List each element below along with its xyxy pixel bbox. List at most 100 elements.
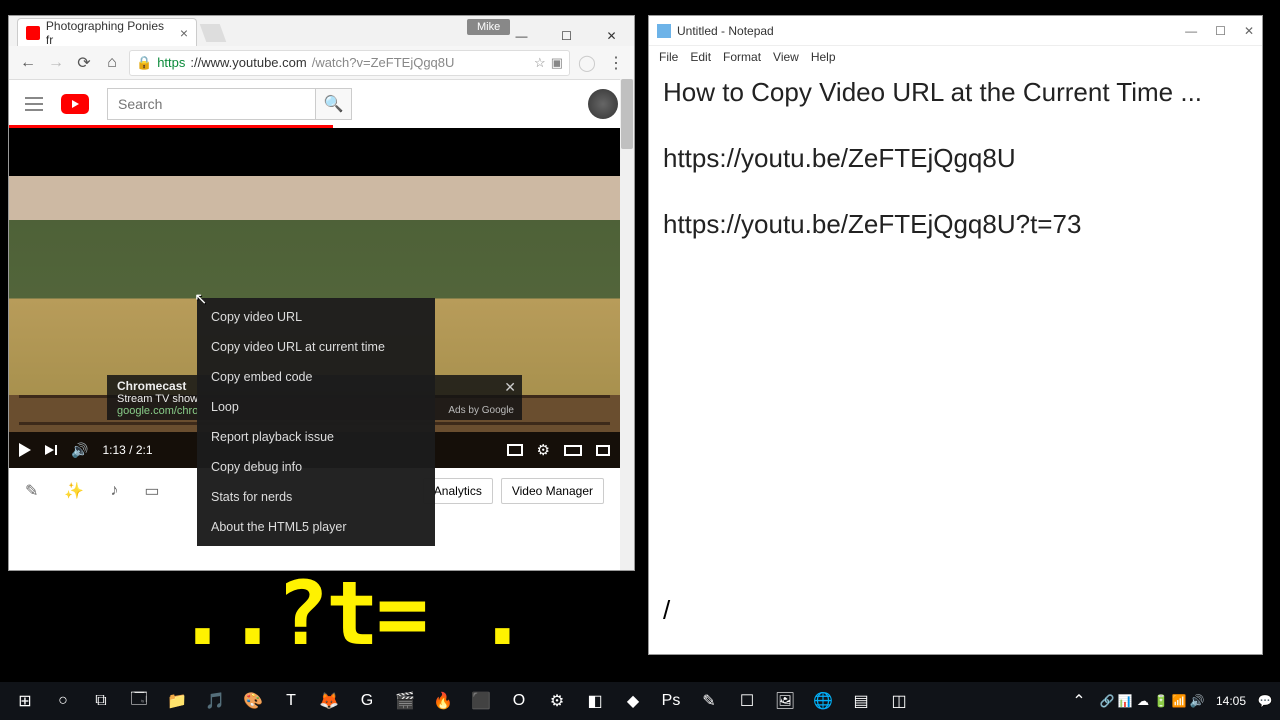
np-close[interactable]: ✕ <box>1244 24 1254 38</box>
hamburger-icon[interactable] <box>25 97 43 111</box>
cards-icon[interactable]: ▭ <box>144 481 159 501</box>
reload-button[interactable]: ⟳ <box>73 52 95 74</box>
ctx-copy-url[interactable]: Copy video URL <box>197 302 435 332</box>
taskbar-clock[interactable]: 14:05 <box>1206 694 1256 708</box>
tb-app9[interactable]: ⬛ <box>462 685 500 717</box>
ctx-about[interactable]: About the HTML5 player <box>197 512 435 542</box>
tray3[interactable]: ☁ <box>1134 694 1152 708</box>
tb-app11[interactable]: ⚙ <box>538 685 576 717</box>
np-line2: https://youtu.be/ZeFTEjQgq8U <box>663 142 1248 176</box>
tray-volume[interactable]: 🔊 <box>1188 694 1206 708</box>
next-button[interactable] <box>45 445 57 455</box>
tb-app13[interactable]: ◆ <box>614 685 652 717</box>
youtube-logo[interactable] <box>61 94 89 114</box>
overlay-text: ..?t= . <box>176 562 526 665</box>
video-progress[interactable] <box>9 125 620 128</box>
tb-app4[interactable]: T <box>272 685 310 717</box>
np-maximize[interactable]: ☐ <box>1215 24 1226 38</box>
taskview-button[interactable]: ⧉ <box>82 685 120 717</box>
scroll-thumb[interactable] <box>621 79 633 149</box>
address-bar[interactable]: 🔒 https://www.youtube.com/watch?v=ZeFTEj… <box>129 50 570 76</box>
notifications[interactable]: 💬 <box>1256 694 1274 708</box>
start-button[interactable]: ⊞ <box>6 685 44 717</box>
chrome-menu-icon[interactable]: ⋮ <box>604 52 626 74</box>
notepad-window: Untitled - Notepad — ☐ ✕ File Edit Forma… <box>648 15 1263 655</box>
tb-app14[interactable]: Ps <box>652 685 690 717</box>
ctx-report[interactable]: Report playback issue <box>197 422 435 452</box>
url-domain: ://www.youtube.com <box>190 55 306 70</box>
enhance-icon[interactable]: ✨ <box>64 481 84 501</box>
avatar[interactable] <box>588 89 618 119</box>
theater-button[interactable] <box>564 445 582 456</box>
tray4[interactable]: 🔋 <box>1152 694 1170 708</box>
youtube-header: 🔍 <box>9 80 634 128</box>
browser-tab[interactable]: Photographing Ponies fr × <box>17 18 197 46</box>
menu-edit[interactable]: Edit <box>690 50 711 64</box>
tb-app1[interactable]: 🗔 <box>120 685 158 717</box>
tray-wifi[interactable]: 📶 <box>1170 694 1188 708</box>
tb-app19[interactable]: ◫ <box>880 685 918 717</box>
np-minimize[interactable]: — <box>1185 24 1197 38</box>
ad-close-icon[interactable]: ✕ <box>504 379 516 396</box>
tb-app17[interactable]: 🖼 <box>766 685 804 717</box>
tb-app12[interactable]: ◧ <box>576 685 614 717</box>
lock-icon: 🔒 <box>136 55 152 71</box>
ctx-copy-embed[interactable]: Copy embed code <box>197 362 435 392</box>
menu-help[interactable]: Help <box>811 50 836 64</box>
edit-icon[interactable]: ✎ <box>25 481 38 501</box>
extension-icon[interactable]: ◯ <box>576 52 598 74</box>
back-button[interactable]: ← <box>17 52 39 74</box>
tb-app6[interactable]: G <box>348 685 386 717</box>
volume-button[interactable] <box>71 442 88 459</box>
tab-title: Photographing Ponies fr <box>46 19 174 47</box>
tb-app10[interactable]: O <box>500 685 538 717</box>
subtitles-button[interactable] <box>507 444 523 456</box>
tab-close-icon[interactable]: × <box>180 25 188 41</box>
menu-file[interactable]: File <box>659 50 678 64</box>
cortana-button[interactable]: ○ <box>44 685 82 717</box>
notepad-titlebar[interactable]: Untitled - Notepad — ☐ ✕ <box>649 16 1262 46</box>
notepad-content[interactable]: How to Copy Video URL at the Current Tim… <box>649 68 1262 281</box>
tray1[interactable]: 🔗 <box>1098 694 1116 708</box>
ctx-debug[interactable]: Copy debug info <box>197 452 435 482</box>
scrollbar[interactable] <box>620 79 634 570</box>
tb-explorer[interactable]: 📁 <box>158 685 196 717</box>
window-controls: — ☐ ✕ <box>499 26 634 46</box>
tb-app3[interactable]: 🎨 <box>234 685 272 717</box>
chrome-window: Mike Photographing Ponies fr × — ☐ ✕ ← →… <box>8 15 635 571</box>
fullscreen-button[interactable] <box>596 445 610 456</box>
menu-view[interactable]: View <box>773 50 799 64</box>
browser-toolbar: ← → ⟳ ⌂ 🔒 https://www.youtube.com/watch?… <box>9 46 634 80</box>
maximize-button[interactable]: ☐ <box>544 26 589 46</box>
cast-icon[interactable]: ▣ <box>551 55 563 71</box>
video-manager-button[interactable]: Video Manager <box>501 478 604 504</box>
forward-button[interactable]: → <box>45 52 67 74</box>
tb-app15[interactable]: ✎ <box>690 685 728 717</box>
ctx-loop[interactable]: Loop <box>197 392 435 422</box>
tray2[interactable]: 📊 <box>1116 694 1134 708</box>
tray-up[interactable]: ⌃ <box>1060 685 1098 717</box>
tb-app7[interactable]: 🎬 <box>386 685 424 717</box>
home-button[interactable]: ⌂ <box>101 52 123 74</box>
search-button[interactable]: 🔍 <box>316 88 352 120</box>
new-tab-button[interactable] <box>200 24 227 42</box>
audio-icon[interactable]: ♪ <box>110 482 118 500</box>
chrome-titlebar: Photographing Ponies fr × — ☐ ✕ <box>9 16 634 46</box>
close-button[interactable]: ✕ <box>589 26 634 46</box>
progress-fill <box>9 125 333 128</box>
np-cursor-line: / <box>663 595 670 626</box>
tb-app5[interactable]: 🦊 <box>310 685 348 717</box>
ctx-stats[interactable]: Stats for nerds <box>197 482 435 512</box>
tb-app8[interactable]: 🔥 <box>424 685 462 717</box>
ctx-copy-url-time[interactable]: Copy video URL at current time <box>197 332 435 362</box>
settings-button[interactable] <box>537 441 550 459</box>
search-input[interactable] <box>107 88 316 120</box>
tb-app18[interactable]: ▤ <box>842 685 880 717</box>
menu-format[interactable]: Format <box>723 50 761 64</box>
bookmark-star-icon[interactable]: ☆ <box>534 55 546 71</box>
tb-app2[interactable]: 🎵 <box>196 685 234 717</box>
tb-app16[interactable]: ☐ <box>728 685 766 717</box>
tb-chrome[interactable]: 🌐 <box>804 685 842 717</box>
user-tag: Mike <box>467 19 510 35</box>
play-button[interactable] <box>19 443 31 457</box>
